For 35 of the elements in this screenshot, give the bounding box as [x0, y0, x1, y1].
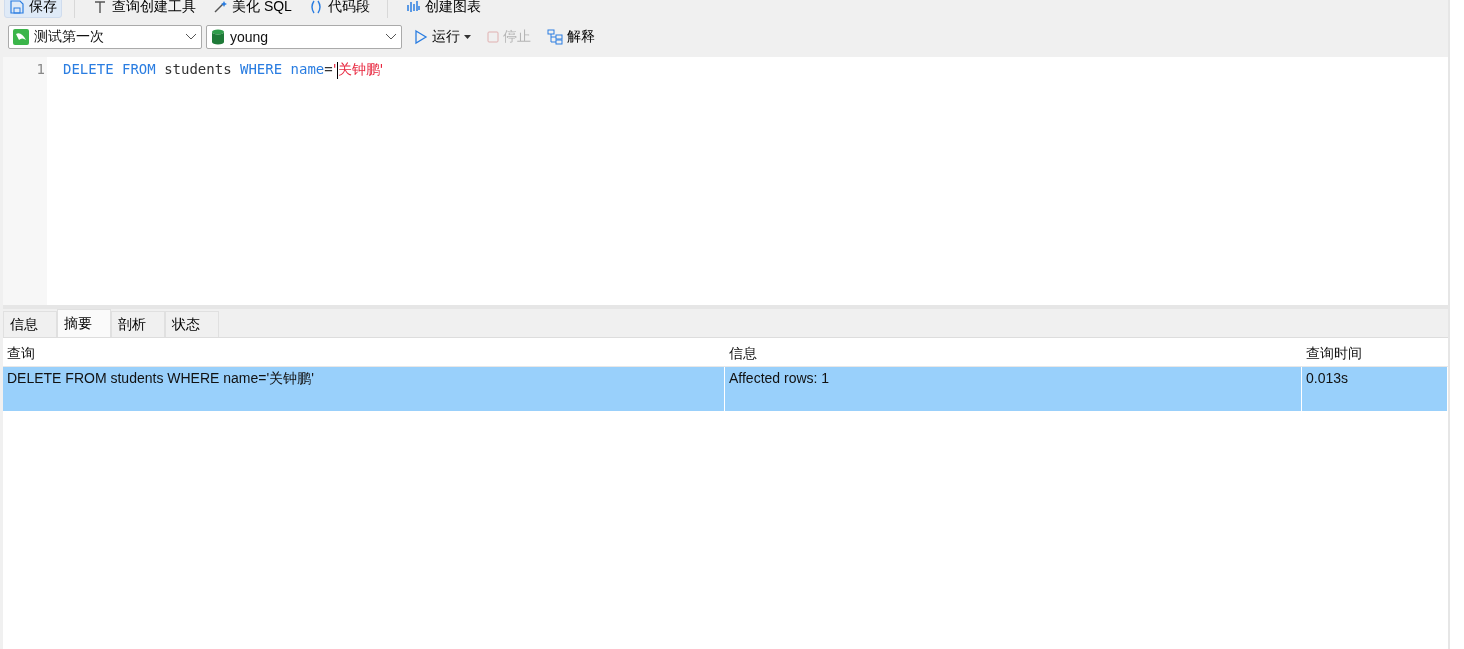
code-editor[interactable]: 1 DELETE FROM students WHERE name='关钟鹏' [3, 57, 1448, 305]
column-header: 查询时间 [1305, 345, 1363, 363]
caret-icon [464, 35, 471, 39]
toolbar-button[interactable]: 创建图表 [399, 0, 486, 18]
result-tab[interactable]: 状态 [165, 311, 219, 337]
sql-string: ' [332, 61, 337, 77]
sql-text: = [324, 61, 333, 77]
chevron-down-icon [385, 33, 397, 41]
sql-string: 关钟鹏' [337, 61, 384, 77]
sql-keyword: WHERE name [240, 61, 325, 77]
column-header: 查询 [6, 345, 36, 363]
result-tab[interactable]: 摘要 [57, 309, 111, 337]
toolbar-button[interactable]: 查询创建工具 [87, 0, 201, 18]
toolbar-button[interactable]: 保存 [4, 0, 62, 18]
play-icon [414, 29, 428, 45]
chevron-down-icon [185, 33, 197, 41]
square-icon [487, 31, 499, 43]
explain-button[interactable]: 解释 [543, 28, 599, 46]
wand-icon [212, 0, 228, 15]
column-header: 信息 [728, 345, 758, 363]
line-number: 1 [35, 60, 46, 79]
save-icon [9, 0, 25, 15]
connection-dropdown[interactable]: 测试第一次 [8, 25, 202, 49]
run-button[interactable]: 运行 [410, 28, 475, 46]
result-tab[interactable]: 信息 [3, 311, 57, 337]
database-dropdown[interactable]: young [206, 25, 402, 49]
text-cursor [336, 61, 338, 79]
toolbar-button[interactable]: 代码段 [302, 0, 375, 18]
result-row[interactable]: DELETE FROM students WHERE name='关钟鹏' Affected rows: 1 0.013s [3, 367, 1448, 411]
database-icon [211, 29, 225, 45]
sql-keyword: DELETE FROM [63, 61, 156, 77]
result-tab[interactable]: 剖析 [111, 311, 165, 337]
sql-text: students [163, 61, 233, 77]
chart-icon [404, 0, 421, 15]
hierarchy-icon [547, 29, 563, 45]
